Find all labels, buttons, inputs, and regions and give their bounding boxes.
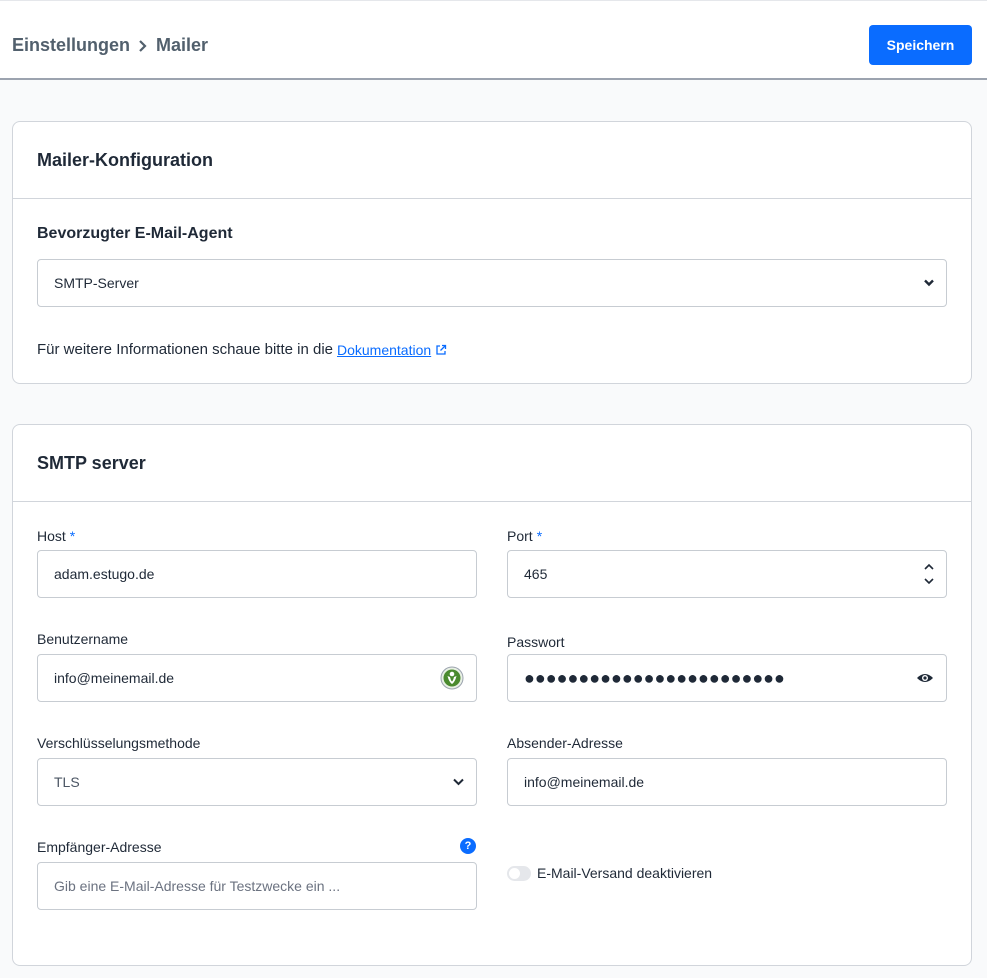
password-value: ●●●●●●●●●●●●●●●●●●●●●●●● [524, 667, 785, 688]
breadcrumb: Einstellungen Mailer [12, 35, 208, 56]
encryption-select[interactable]: TLS [37, 758, 477, 806]
chevron-down-icon [924, 279, 934, 287]
port-input[interactable]: 465 [507, 550, 947, 598]
breadcrumb-settings-link[interactable]: Einstellungen [12, 35, 130, 56]
mailer-config-title: Mailer-Konfiguration [13, 122, 971, 199]
chevron-right-icon [139, 39, 147, 52]
password-label: Passwort [507, 634, 565, 650]
email-agent-select[interactable]: SMTP-Server [37, 259, 947, 307]
port-value: 465 [524, 566, 548, 582]
username-input[interactable]: info@meinemail.de [37, 654, 477, 702]
port-stepper[interactable] [924, 563, 934, 585]
disable-sending-toggle-row: E-Mail-Versand deaktivieren [507, 865, 712, 881]
breadcrumb-current: Mailer [156, 35, 209, 55]
disable-sending-label: E-Mail-Versand deaktivieren [537, 865, 713, 881]
sender-address-input[interactable]: info@meinemail.de [507, 758, 947, 806]
username-label: Benutzername [37, 631, 129, 647]
recipient-address-input[interactable]: Gib eine E-Mail-Adresse für Testzwecke e… [37, 862, 477, 910]
host-label-text: Host [37, 528, 66, 544]
recipient-address-placeholder: Gib eine E-Mail-Adresse für Testzwecke e… [54, 878, 341, 894]
password-manager-icon[interactable] [440, 666, 464, 690]
port-label-text: Port [507, 528, 533, 544]
port-label: Port * [507, 528, 542, 544]
chevron-up-icon[interactable] [924, 563, 934, 570]
eye-icon[interactable] [916, 672, 934, 684]
smtp-server-title: SMTP server [13, 425, 971, 502]
recipient-address-label: Empfänger-Adresse [37, 839, 162, 855]
encryption-label: Verschlüsselungsmethode [37, 735, 201, 751]
external-link-icon [436, 344, 447, 355]
chevron-down-icon[interactable] [924, 578, 934, 585]
encryption-value: TLS [54, 774, 80, 790]
documentation-info-text: Für weitere Informationen schaue bitte i… [37, 341, 333, 358]
username-value: info@meinemail.de [54, 670, 175, 686]
email-agent-label: Bevorzugter E-Mail-Agent [37, 225, 233, 242]
mailer-config-card: Mailer-Konfiguration Bevorzugter E-Mail-… [12, 121, 972, 384]
documentation-info: Für weitere Informationen schaue bitte i… [37, 341, 447, 358]
required-marker: * [536, 528, 543, 544]
chevron-down-icon [453, 778, 464, 786]
smtp-server-card: SMTP server Host * adam.estugo.de Port * 4… [12, 424, 972, 966]
host-label: Host * [37, 528, 75, 544]
disable-sending-toggle[interactable] [507, 865, 531, 881]
sender-address-label: Absender-Adresse [507, 735, 623, 751]
sender-address-value: info@meinemail.de [524, 774, 645, 790]
host-value: adam.estugo.de [54, 566, 155, 582]
email-agent-value: SMTP-Server [54, 275, 139, 291]
password-input[interactable]: ●●●●●●●●●●●●●●●●●●●●●●●● [507, 654, 947, 702]
host-input[interactable]: adam.estugo.de [37, 550, 477, 598]
save-button[interactable]: Speichern [869, 25, 972, 65]
top-bar: Einstellungen Mailer Speichern [0, 0, 987, 80]
documentation-link[interactable]: Dokumentation [337, 342, 431, 358]
required-marker: * [69, 528, 76, 544]
help-icon[interactable]: ? [460, 838, 476, 854]
